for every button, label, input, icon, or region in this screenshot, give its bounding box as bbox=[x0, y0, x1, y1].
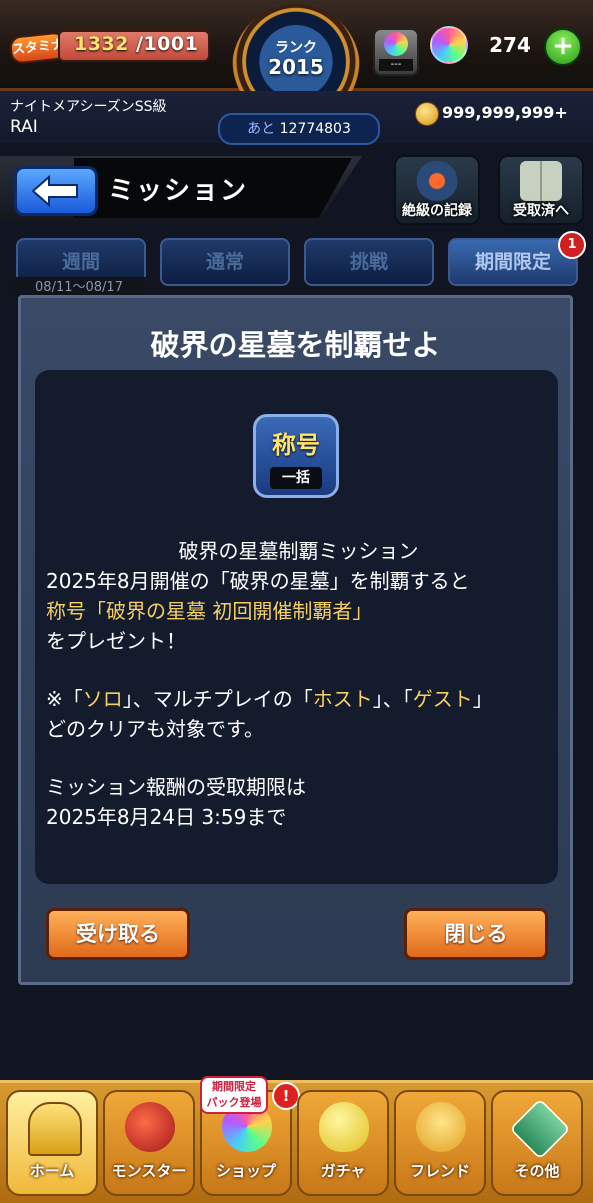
back-arrow-icon bbox=[31, 175, 78, 207]
nav-other[interactable]: その他 bbox=[491, 1090, 583, 1196]
nav-gacha[interactable]: ガチャ bbox=[297, 1090, 389, 1196]
rank-label: ランク bbox=[275, 40, 317, 56]
question-icon bbox=[509, 1098, 571, 1160]
monster-icon bbox=[125, 1102, 175, 1152]
shop-limited-badge: 期間限定 パック登場 bbox=[200, 1076, 268, 1114]
desc-line: 2025年8月開催の「破界の星墓」を制覇すると bbox=[46, 569, 470, 593]
mission-description: 破界の星墓制覇ミッション 2025年8月開催の「破界の星墓」を制覇すると 称号「… bbox=[46, 536, 551, 832]
player-name: RAI bbox=[10, 117, 38, 137]
nav-monster[interactable]: モンスター bbox=[103, 1090, 195, 1196]
gacha-egg-icon bbox=[319, 1102, 369, 1152]
back-button[interactable] bbox=[14, 166, 98, 216]
close-button[interactable]: 閉じる bbox=[404, 908, 548, 960]
record-button-label: 絶級の記録 bbox=[402, 203, 472, 219]
tab-normal[interactable]: 通常 bbox=[160, 238, 290, 286]
record-emblem-icon bbox=[416, 161, 458, 201]
desc-line: どのクリアも対象です。 bbox=[46, 717, 264, 741]
rank-value: 2015 bbox=[268, 55, 324, 79]
nav-other-label: その他 bbox=[514, 1162, 560, 1180]
tab-challenge[interactable]: 挑戦 bbox=[304, 238, 434, 286]
orb-device-icon[interactable]: --- bbox=[373, 28, 419, 76]
title-reward-icon: 称号 一括 bbox=[253, 414, 339, 498]
home-icon bbox=[28, 1102, 82, 1156]
received-button[interactable]: 受取済へ bbox=[498, 155, 584, 225]
friend-icon bbox=[416, 1102, 466, 1152]
desc-reward-line: 称号「破界の星墓 初回開催制覇者」 bbox=[46, 599, 373, 623]
next-rank-exp: あと 12774803 bbox=[218, 113, 380, 145]
season-label: ナイトメアシーズンSS級 bbox=[10, 99, 167, 115]
desc-line: をプレゼント！ bbox=[46, 629, 186, 653]
nav-shop-label: ショップ bbox=[215, 1162, 276, 1180]
receive-button[interactable]: 受け取る bbox=[46, 908, 190, 960]
desc-line: 破界の星墓制覇ミッション bbox=[178, 539, 419, 563]
orb-icon bbox=[430, 26, 468, 64]
coin-icon bbox=[415, 102, 439, 126]
shop-alert-icon: ! bbox=[272, 1082, 300, 1110]
book-icon bbox=[520, 161, 562, 201]
nav-friend[interactable]: フレンド bbox=[394, 1090, 486, 1196]
nav-gacha-label: ガチャ bbox=[320, 1162, 366, 1180]
orb-ball-icon bbox=[384, 32, 408, 56]
stamina-value: 1332 /1001 bbox=[74, 33, 199, 55]
desc-deadline-line: 2025年8月24日 3:59まで bbox=[46, 805, 287, 829]
nav-monster-label: モンスター bbox=[111, 1162, 187, 1180]
received-button-label: 受取済へ bbox=[513, 203, 569, 219]
desc-note-line: ※「ソロ」、マルチプレイの「ホスト」、「ゲスト」 bbox=[46, 687, 493, 711]
dialog-title: 破界の星墓を制覇せよ bbox=[150, 328, 441, 362]
orb-count: 274 bbox=[489, 33, 531, 57]
nav-friend-label: フレンド bbox=[409, 1162, 470, 1180]
coin-count: 999,999,999+ bbox=[442, 103, 568, 122]
add-orb-button[interactable]: + bbox=[544, 28, 582, 66]
desc-line: ミッション報酬の受取期限は bbox=[46, 775, 306, 799]
page-title: ミッション bbox=[108, 176, 249, 206]
orb-device-value: --- bbox=[379, 59, 413, 71]
tab-limited-badge: 1 bbox=[558, 231, 586, 259]
record-button[interactable]: 絶級の記録 bbox=[394, 155, 480, 225]
nav-home[interactable]: ホーム bbox=[6, 1090, 98, 1196]
badge-bulk-text: 一括 bbox=[270, 467, 322, 489]
badge-title-text: 称号 bbox=[272, 431, 320, 459]
nav-home-label: ホーム bbox=[29, 1162, 75, 1180]
